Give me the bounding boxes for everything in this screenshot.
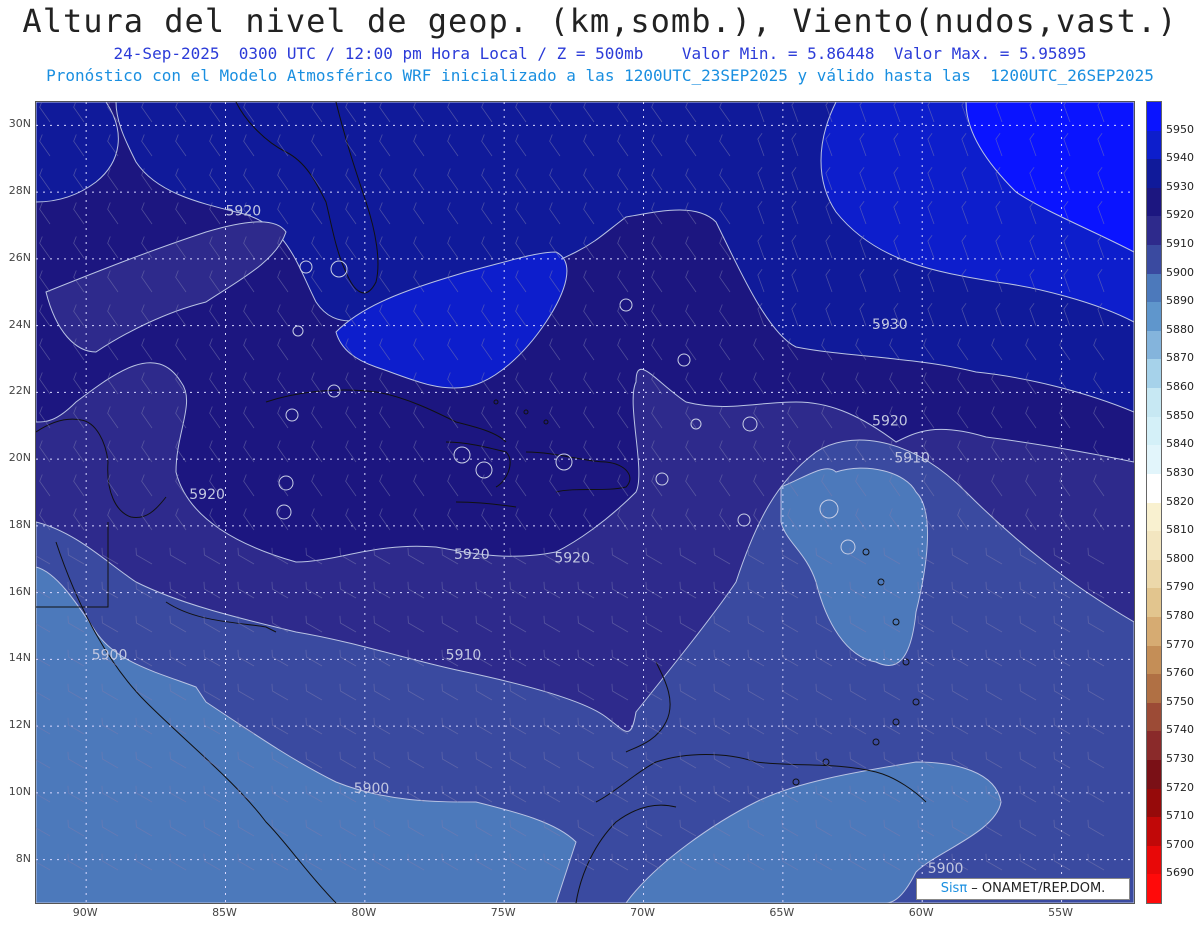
colorbar-level-label: 5720 [1166, 780, 1194, 794]
colorbar-level-label: 5940 [1166, 151, 1194, 165]
colorbar-segment [1147, 416, 1161, 446]
contour-label: 5920 [454, 547, 490, 563]
colorbar-segment [1147, 102, 1161, 132]
colorbar-level-label: 5950 [1166, 122, 1194, 136]
chart-title: Altura del nivel de geop. (km,somb.), Vi… [22, 2, 1178, 40]
colorbar-level-label: 5790 [1166, 580, 1194, 594]
colorbar-level-label: 5850 [1166, 408, 1194, 422]
contour-label: 5910 [446, 647, 482, 663]
contour-label: 5930 [872, 317, 908, 333]
colorbar-level-label: 5740 [1166, 723, 1194, 737]
latitude-tick-label: 22N [8, 384, 31, 398]
colorbar-level-label: 5810 [1166, 523, 1194, 537]
latitude-tick-label: 26N [8, 250, 31, 264]
sispi-logo: Sisπ [940, 881, 968, 896]
latitude-tick-label: 12N [8, 718, 31, 732]
colorbar-segment [1147, 616, 1161, 647]
contour-label: 5920 [189, 487, 225, 503]
contour-label: 5920 [872, 414, 908, 430]
colorbar-level-label: 5840 [1166, 437, 1194, 451]
latitude-tick-label: 28N [8, 184, 31, 198]
latitude-tick-label: 18N [8, 517, 31, 531]
colorbar-level-label: 5820 [1166, 494, 1194, 508]
colorbar-segment [1147, 187, 1161, 217]
colorbar-segment [1147, 874, 1161, 904]
colorbar-segment [1147, 531, 1161, 561]
colorbar-segment [1147, 645, 1161, 675]
latitude-tick-label: 10N [8, 784, 31, 798]
latitude-tick-label: 8N [15, 851, 31, 865]
colorbar-level-label: 5710 [1166, 809, 1194, 823]
longitude-tick-label: 90W [72, 906, 98, 919]
colorbar-segment [1147, 130, 1161, 160]
colorbar-segment [1147, 559, 1161, 589]
colorbar-segment [1147, 445, 1161, 475]
colorbar-segment [1147, 502, 1161, 532]
colorbar-segment [1147, 702, 1161, 732]
colorbar-segment [1147, 788, 1161, 818]
longitude-tick-label: 55W [1048, 906, 1073, 919]
colorbar-level-label: 5830 [1166, 465, 1194, 479]
chart-subtitle-time: 24-Sep-2025 0300 UTC / 12:00 pm Hora Loc… [113, 44, 1087, 63]
colorbar-level-label: 5890 [1166, 294, 1194, 308]
colorbar-level-label: 5730 [1166, 751, 1194, 765]
chart-subtitle-model: Pronóstico con el Modelo Atmosférico WRF… [46, 66, 1154, 85]
colorbar-level-label: 5920 [1166, 208, 1194, 222]
colorbar-segment [1147, 159, 1161, 189]
colorbar-level-label: 5870 [1166, 351, 1194, 365]
longitude-tick-label: 80W [351, 906, 377, 919]
latitude-tick-label: 30N [8, 117, 31, 131]
contour-label: 5900 [92, 647, 128, 663]
longitude-tick-label: 85W [212, 906, 237, 919]
longitude-tick-label: 75W [490, 906, 516, 919]
colorbar-level-label: 5780 [1166, 608, 1194, 622]
colorbar-segment [1147, 759, 1161, 790]
colorbar-level-label: 5760 [1166, 666, 1194, 680]
colorbar-segment [1147, 731, 1161, 761]
longitude-tick-label: 60W [908, 906, 934, 919]
colorbar-level-label: 5860 [1166, 380, 1194, 394]
colorbar-segment [1147, 216, 1161, 246]
colorbar-segment [1147, 388, 1161, 418]
latitude-tick-label: 24N [8, 317, 31, 331]
credit-text: – ONAMET/REP.DOM. [967, 881, 1106, 896]
latitude-tick-label: 20N [8, 451, 31, 465]
latitude-tick-label: 14N [8, 651, 31, 665]
colorbar-segment [1147, 845, 1161, 875]
colorbar-segment [1147, 674, 1161, 704]
longitude-tick-label: 65W [769, 906, 795, 919]
colorbar [1146, 101, 1162, 904]
contour-label: 5900 [928, 861, 964, 877]
colorbar-segment [1147, 817, 1161, 847]
colorbar-level-label: 5900 [1166, 265, 1194, 279]
latitude-tick-label: 16N [8, 584, 31, 598]
colorbar-level-label: 5690 [1166, 866, 1194, 880]
contour-label: 5920 [554, 551, 590, 567]
colorbar-level-label: 5700 [1166, 837, 1194, 851]
colorbar-segment [1147, 359, 1161, 389]
colorbar-segment [1147, 330, 1161, 360]
colorbar-level-label: 5750 [1166, 694, 1194, 708]
colorbar-segment [1147, 588, 1161, 618]
colorbar-level-label: 5770 [1166, 637, 1194, 651]
colorbar-segment [1147, 473, 1161, 503]
colorbar-level-label: 5880 [1166, 322, 1194, 336]
longitude-tick-label: 70W [630, 906, 655, 919]
colorbar-segment [1147, 245, 1161, 275]
colorbar-level-label: 5800 [1166, 551, 1194, 565]
contour-label: 5920 [226, 203, 262, 219]
colorbar-level-label: 5930 [1166, 179, 1194, 193]
contour-label: 5910 [894, 450, 930, 466]
contour-label: 5900 [354, 781, 390, 797]
forecast-map: 5920 5930 5920 5910 5920 5920 5920 5910 5900 5900… [35, 101, 1135, 904]
colorbar-level-label: 5910 [1166, 237, 1194, 251]
colorbar-segment [1147, 302, 1161, 332]
credit-box: Sisπ – ONAMET/REP.DOM. [916, 878, 1130, 900]
colorbar-segment [1147, 273, 1161, 303]
